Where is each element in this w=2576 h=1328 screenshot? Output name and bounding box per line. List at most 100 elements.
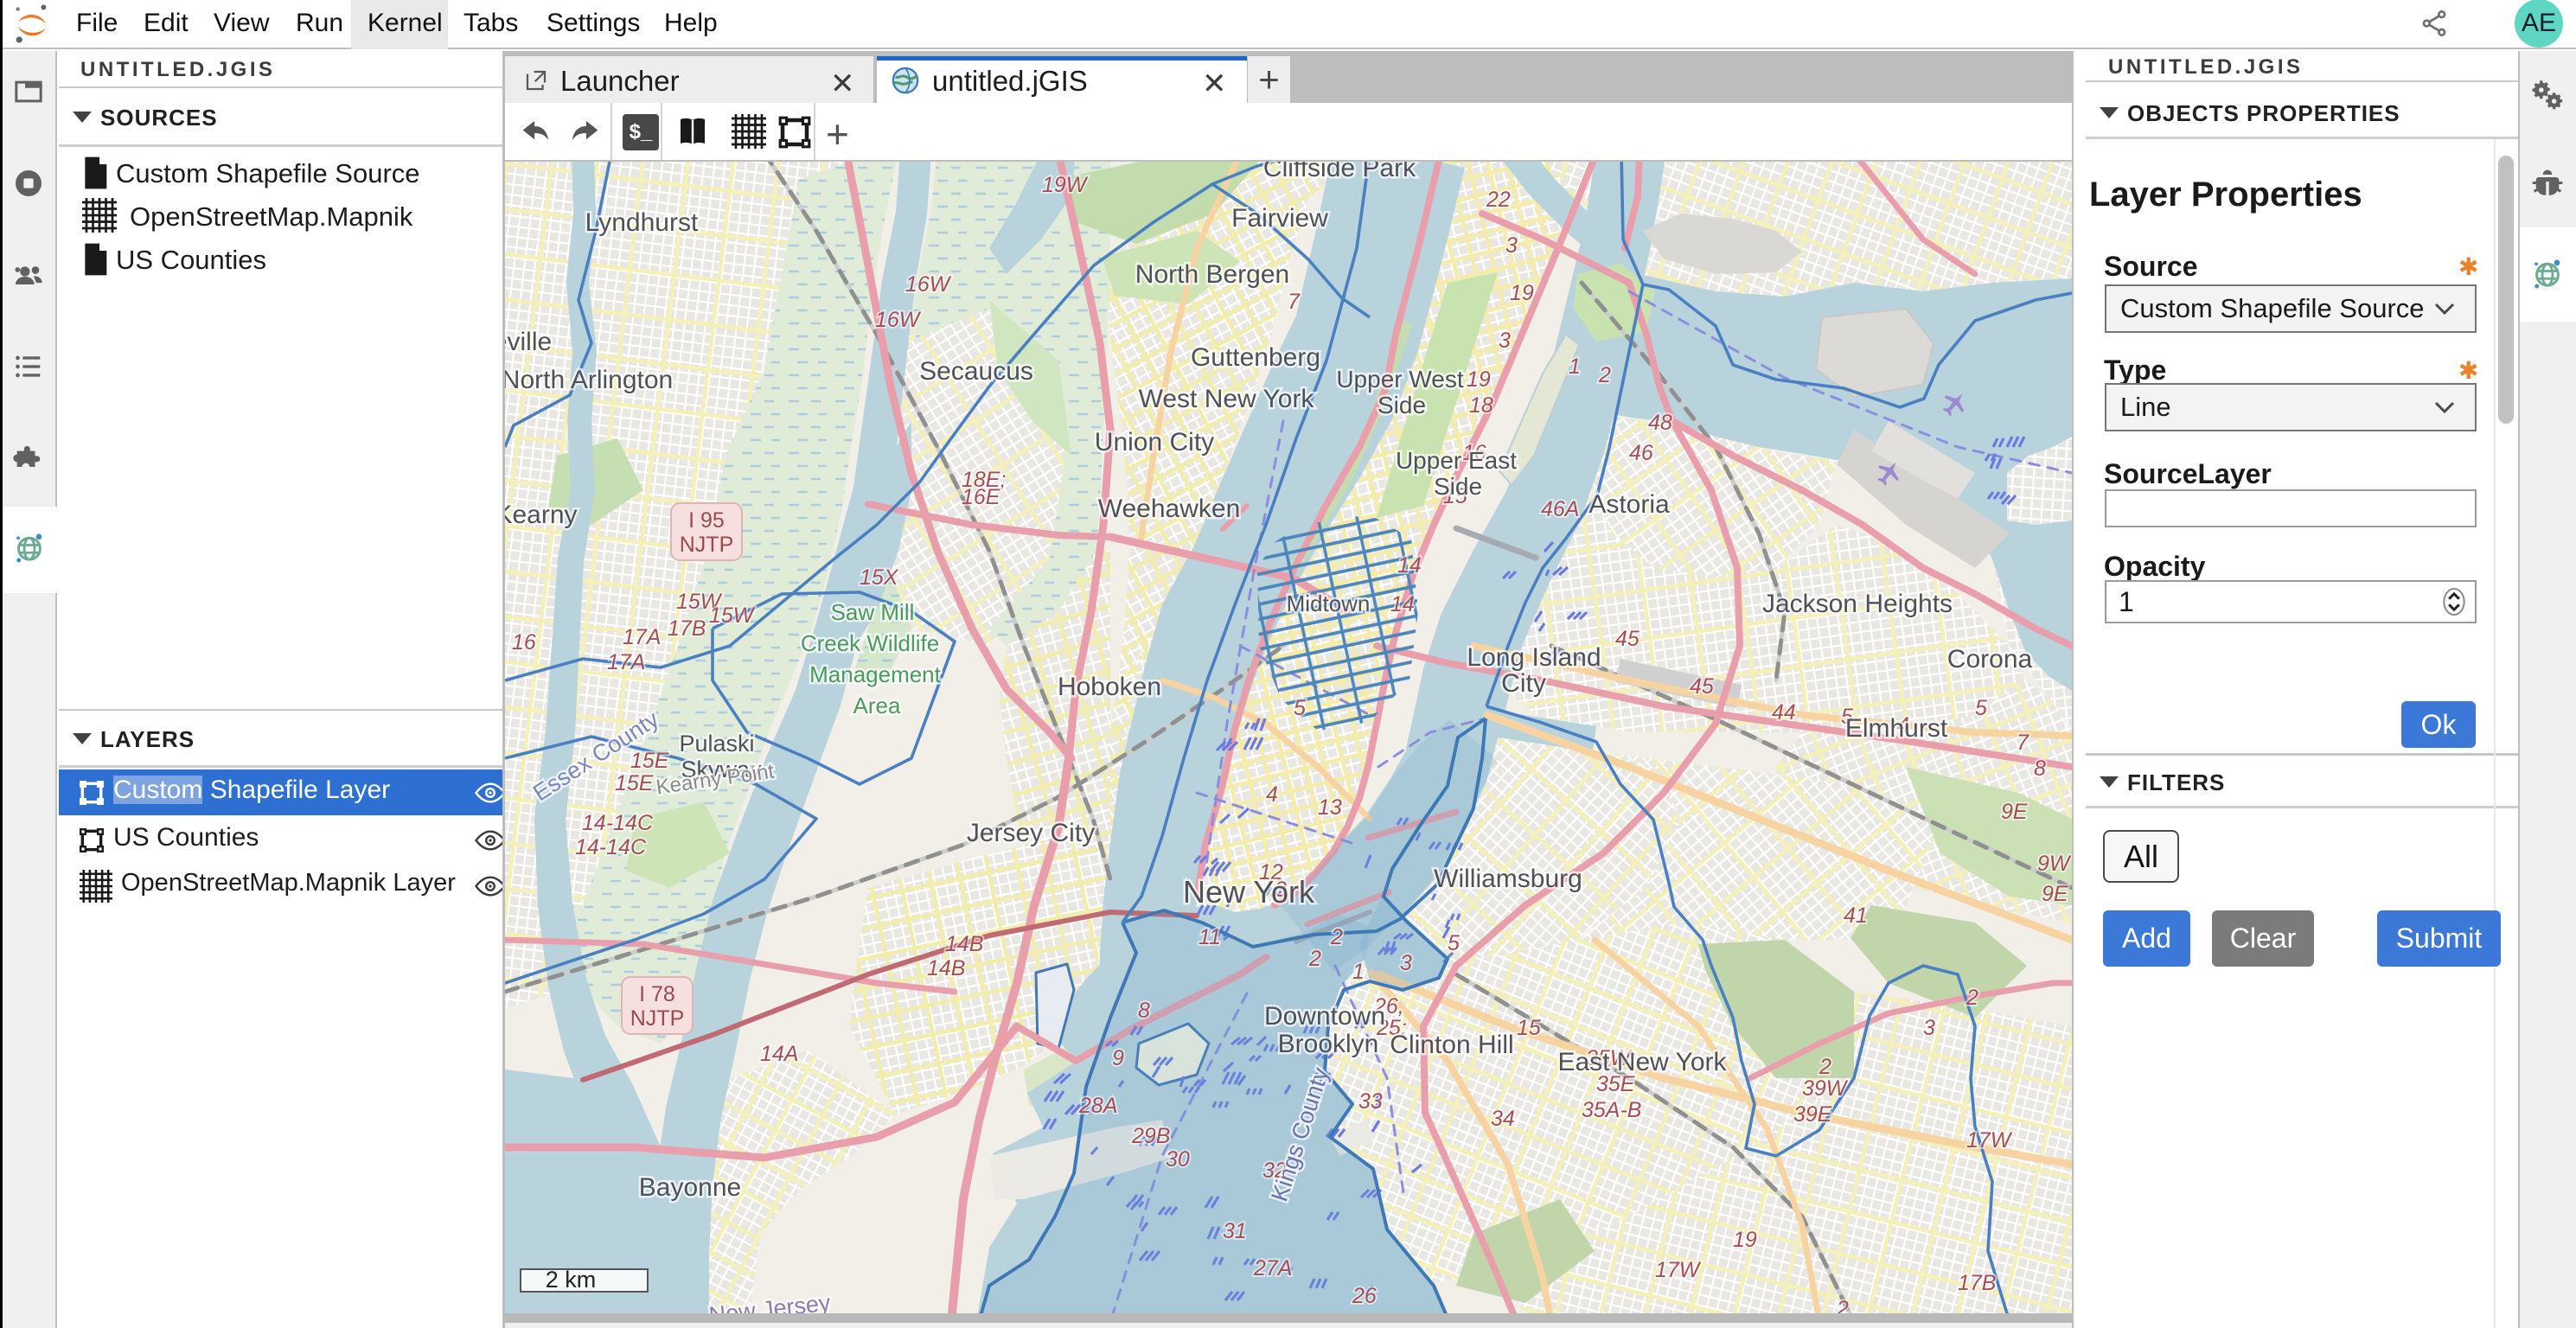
svg-text:Side: Side [1434, 473, 1482, 500]
svg-text:North Arlington: North Arlington [505, 366, 673, 394]
svg-text:I 95: I 95 [688, 508, 725, 533]
svg-text:14B: 14B [927, 956, 965, 980]
svg-text:Upper East: Upper East [1396, 447, 1517, 474]
svg-text:9E: 9E [2042, 882, 2068, 906]
svg-text:41: 41 [1844, 903, 1868, 928]
svg-text:Secaucus: Secaucus [919, 357, 1033, 386]
svg-text:2 km: 2 km [546, 1267, 597, 1293]
svg-text:Brooklyn: Brooklyn [1278, 1030, 1379, 1058]
svg-text:2: 2 [1819, 1055, 1831, 1079]
svg-text:48: 48 [1648, 411, 1672, 435]
svg-text:5: 5 [1975, 696, 1987, 720]
svg-text:14-14C: 14-14C [582, 811, 654, 835]
svg-text:45: 45 [1615, 627, 1640, 651]
svg-text:46A: 46A [1541, 497, 1579, 521]
svg-text:3: 3 [1400, 951, 1412, 975]
svg-text:2: 2 [1836, 1297, 1849, 1313]
svg-text:14B: 14B [945, 932, 983, 956]
svg-text:16: 16 [512, 630, 536, 654]
svg-text:5: 5 [1448, 931, 1460, 955]
svg-text:15W: 15W [709, 603, 756, 628]
svg-text:15: 15 [1517, 1016, 1541, 1040]
svg-text:4: 4 [1266, 782, 1278, 807]
svg-text:Management: Management [809, 661, 942, 687]
svg-text:Hoboken: Hoboken [1058, 673, 1161, 701]
svg-text:14A: 14A [760, 1042, 798, 1066]
svg-text:19: 19 [1510, 281, 1534, 305]
svg-text:45: 45 [1690, 674, 1714, 699]
svg-text:28A: 28A [1078, 1094, 1117, 1118]
svg-text:I 78: I 78 [639, 982, 675, 1006]
svg-text:19: 19 [1467, 367, 1491, 392]
svg-text:eville: eville [505, 328, 552, 356]
svg-text:17B: 17B [1958, 1271, 1996, 1295]
svg-text:Fairview: Fairview [1231, 204, 1328, 233]
svg-text:22: 22 [1486, 188, 1511, 212]
svg-text:15X: 15X [860, 565, 899, 590]
svg-text:33: 33 [1358, 1089, 1383, 1114]
svg-text:39W: 39W [1802, 1076, 1849, 1101]
svg-text:3: 3 [1505, 233, 1518, 258]
svg-text:9: 9 [1112, 1046, 1124, 1070]
svg-text:9W: 9W [2037, 852, 2072, 876]
svg-text:NJTP: NJTP [630, 1006, 685, 1031]
svg-text:34: 34 [1491, 1107, 1515, 1131]
svg-text:17W: 17W [1655, 1258, 1702, 1282]
svg-text:North Bergen: North Bergen [1135, 260, 1289, 289]
svg-text:Area: Area [853, 693, 901, 718]
svg-text:14-14C: 14-14C [575, 835, 647, 859]
svg-text:17A: 17A [623, 625, 661, 649]
svg-text:11: 11 [1199, 925, 1221, 949]
svg-text:19: 19 [1733, 1228, 1757, 1252]
svg-text:1: 1 [1352, 960, 1365, 984]
svg-text:31: 31 [1223, 1219, 1247, 1243]
svg-text:Clinton Hill: Clinton Hill [1390, 1031, 1513, 1059]
svg-text:39E: 39E [1793, 1102, 1832, 1127]
svg-text:Corona: Corona [1947, 645, 2033, 674]
svg-text:19W: 19W [1042, 173, 1089, 197]
svg-text:14: 14 [1390, 592, 1415, 616]
svg-text:13: 13 [1318, 795, 1342, 820]
svg-text:NJTP: NJTP [680, 533, 734, 557]
svg-text:3: 3 [1923, 1016, 1935, 1040]
svg-text:Bayonne: Bayonne [639, 1173, 741, 1202]
svg-text:8: 8 [1138, 999, 1150, 1023]
svg-text:Williamsburg: Williamsburg [1434, 865, 1582, 893]
svg-text:Jackson Heights: Jackson Heights [1762, 590, 1953, 618]
svg-text:3: 3 [1499, 329, 1511, 353]
svg-text:44: 44 [1772, 700, 1796, 725]
svg-text:2: 2 [1308, 947, 1321, 971]
svg-text:Pulaski: Pulaski [679, 731, 754, 757]
svg-text:15E: 15E [615, 771, 654, 795]
svg-text:Kearny: Kearny [505, 501, 578, 529]
svg-text:17A: 17A [607, 650, 645, 674]
svg-text:16W: 16W [875, 308, 922, 332]
svg-text:26: 26 [1352, 1284, 1377, 1308]
svg-text:1: 1 [1569, 354, 1581, 379]
svg-text:Cliffside Park: Cliffside Park [1263, 162, 1416, 182]
svg-text:Lyndhurst: Lyndhurst [585, 208, 699, 237]
svg-text:27A: 27A [1253, 1256, 1292, 1280]
svg-text:2: 2 [1598, 363, 1611, 387]
svg-text:18: 18 [1469, 393, 1493, 418]
svg-text:Downtown: Downtown [1264, 1002, 1385, 1031]
svg-text:7: 7 [1288, 290, 1301, 314]
svg-text:29B: 29B [1131, 1124, 1170, 1148]
svg-text:35A-B: 35A-B [1582, 1098, 1641, 1122]
svg-text:9E: 9E [2001, 800, 2028, 824]
svg-text:7: 7 [2017, 731, 2029, 755]
svg-text:46: 46 [1629, 441, 1653, 465]
svg-text:16E: 16E [962, 485, 1000, 509]
svg-text:8: 8 [2034, 757, 2046, 781]
svg-text:15E: 15E [630, 749, 669, 773]
svg-text:Jersey City: Jersey City [967, 819, 1095, 847]
svg-text:5: 5 [1294, 696, 1306, 720]
svg-text:Astoria: Astoria [1588, 490, 1670, 519]
svg-text:Saw Mill: Saw Mill [831, 599, 915, 625]
svg-text:16W: 16W [905, 272, 952, 297]
svg-text:New York: New York [1183, 874, 1315, 910]
svg-text:14: 14 [1397, 553, 1422, 578]
svg-text:2: 2 [1330, 925, 1343, 949]
svg-text:17B: 17B [668, 616, 706, 641]
svg-text:2: 2 [1966, 986, 1978, 1010]
